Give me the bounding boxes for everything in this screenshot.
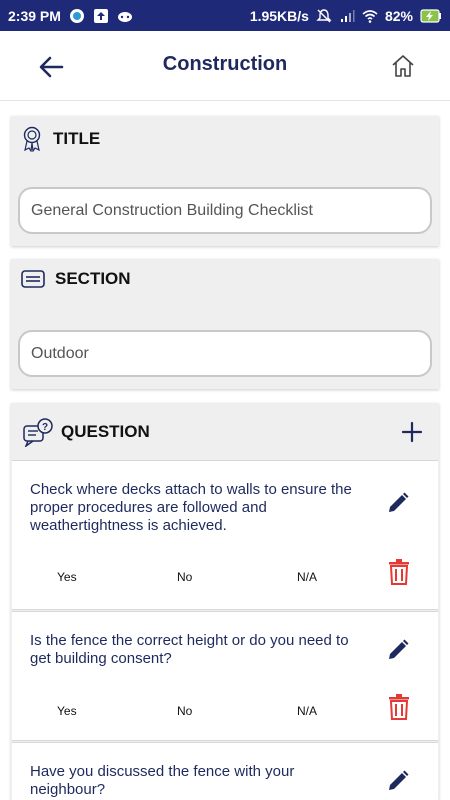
award-badge-icon	[23, 126, 41, 152]
page-title: Construction	[162, 53, 288, 75]
game-controller-icon	[117, 11, 132, 22]
pencil-icon[interactable]	[386, 491, 410, 515]
app-notification-icon	[69, 8, 84, 23]
title-card-header: TITLE	[21, 126, 100, 152]
svg-text:?: ?	[42, 422, 48, 433]
battery-level: 82%	[384, 7, 413, 24]
option-na[interactable]: N/A	[297, 704, 317, 718]
pencil-icon[interactable]	[386, 638, 410, 662]
wifi-icon	[362, 9, 378, 23]
trash-icon[interactable]	[388, 559, 410, 585]
trash-icon[interactable]	[388, 694, 410, 720]
mute-icon	[316, 8, 332, 22]
signal-icon	[340, 9, 355, 22]
option-yes[interactable]: Yes	[57, 704, 77, 718]
questions-panel: ? QUESTION Check where decks attach to w…	[11, 403, 439, 800]
section-card-header: SECTION	[21, 269, 131, 289]
title-card: TITLE General Construction Building Chec…	[11, 116, 439, 246]
home-icon[interactable]	[390, 53, 416, 79]
question-text: Is the fence the correct height or do yo…	[30, 632, 349, 667]
section-card: SECTION Outdoor	[11, 259, 439, 389]
pencil-icon[interactable]	[386, 769, 410, 793]
question-item: Is the fence the correct height or do yo…	[12, 611, 438, 741]
status-bar: 2:39 PM 1.95KB/s 82%	[0, 0, 450, 31]
option-yes[interactable]: Yes	[57, 570, 77, 584]
question-item: Have you discussed the fence with your n…	[12, 742, 438, 800]
network-speed: 1.95KB/s	[249, 7, 309, 24]
questions-label: QUESTION	[61, 422, 150, 441]
question-item: Check where decks attach to walls to ens…	[12, 460, 438, 610]
status-time: 2:39 PM	[8, 7, 61, 24]
keyboard-icon	[21, 270, 45, 288]
option-no[interactable]: No	[177, 570, 192, 584]
question-chat-icon: ?	[23, 418, 53, 447]
option-no[interactable]: No	[177, 704, 192, 718]
app-bar: Construction	[0, 31, 450, 101]
question-text: Have you discussed the fence with your n…	[30, 763, 295, 798]
option-na[interactable]: N/A	[297, 570, 317, 584]
plus-icon[interactable]	[401, 421, 423, 443]
upload-icon	[93, 8, 108, 23]
question-text: Check where decks attach to walls to ens…	[30, 481, 352, 534]
section-card-label: SECTION	[55, 269, 131, 288]
title-card-label: TITLE	[53, 129, 101, 148]
section-input[interactable]: Outdoor	[18, 330, 432, 377]
title-input[interactable]: General Construction Building Checklist	[18, 187, 432, 234]
battery-charging-icon	[420, 8, 441, 23]
questions-header: ? QUESTION	[23, 417, 150, 447]
